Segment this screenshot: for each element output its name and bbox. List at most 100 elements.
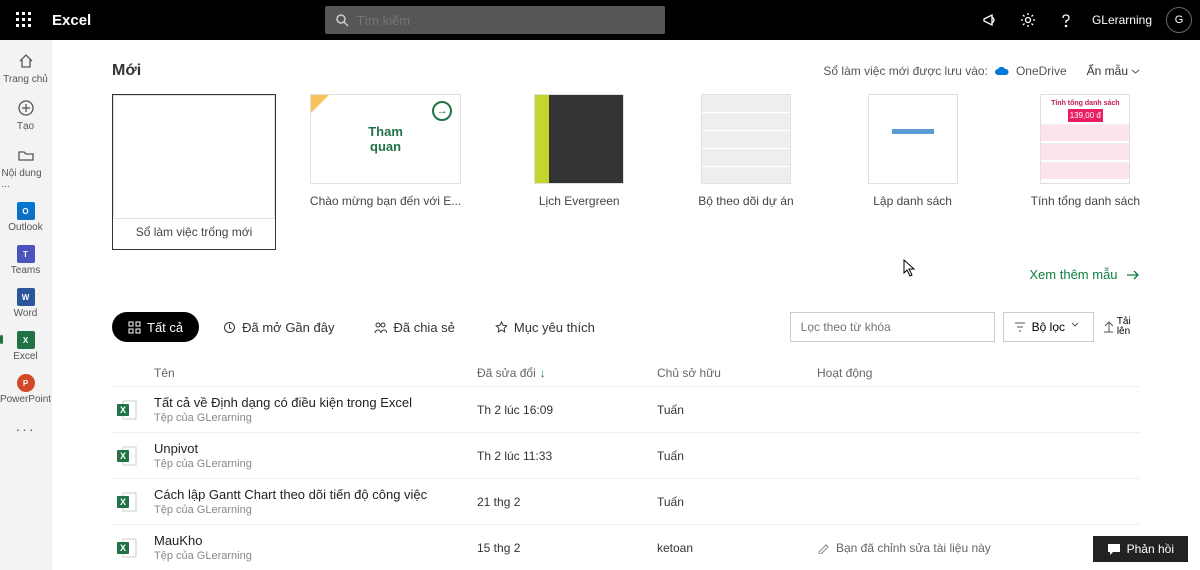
megaphone-icon[interactable] (978, 8, 1002, 32)
rail-teams[interactable]: T Teams (2, 245, 50, 276)
rail-more[interactable]: ··· (15, 421, 37, 437)
svg-text:X: X (120, 543, 126, 553)
arrow-right-icon (1126, 270, 1140, 280)
filter-dropdown-button[interactable]: Bộ lọc (1003, 312, 1094, 342)
file-name: Unpivot (154, 441, 477, 456)
svg-text:X: X (120, 451, 126, 461)
file-excel-icon: X (116, 399, 138, 421)
excel-icon: X (17, 331, 35, 349)
filter-icon (1014, 321, 1026, 333)
file-rows: X Tất cả về Định dạng có điều kiện trong … (112, 386, 1140, 570)
onedrive-label[interactable]: OneDrive (1016, 64, 1067, 78)
cell-owner: Tuấn (657, 449, 817, 463)
pill-shared[interactable]: Đã chia sẻ (358, 312, 470, 342)
file-location: Tệp của GLerarning (154, 550, 477, 562)
star-icon (495, 321, 508, 334)
file-location: Tệp của GLerarning (154, 458, 477, 470)
svg-text:X: X (120, 405, 126, 415)
template-blank[interactable]: Sổ làm việc trống mới (112, 94, 276, 250)
sort-down-icon: ↓ (540, 366, 546, 380)
settings-icon[interactable] (1016, 8, 1040, 32)
powerpoint-icon: P (17, 374, 35, 392)
cell-modified: Th 2 lúc 16:09 (477, 403, 657, 417)
template-sum-list[interactable]: Tính tổng danh sách 139,00 đ Tính tổng d… (1031, 94, 1140, 250)
upload-button[interactable]: Tải lên (1102, 312, 1140, 342)
rail-ppt-label: PowerPoint (0, 394, 51, 405)
pill-favorites[interactable]: Mục yêu thích (479, 312, 611, 342)
search-input[interactable] (357, 13, 655, 28)
cell-owner: Tuấn (657, 403, 817, 417)
cell-modified: 21 thg 2 (477, 495, 657, 509)
file-excel-icon: X (116, 445, 138, 467)
filters-row: Tất cả Đã mở Gần đây Đã chia sẻ Mục yêu … (112, 312, 1140, 342)
clock-icon (223, 321, 236, 334)
people-icon (374, 321, 387, 334)
rail-home[interactable]: Trang chủ (2, 50, 50, 85)
hide-templates-button[interactable]: Ẩn mẫu (1087, 64, 1140, 78)
template-make-list[interactable]: Lập danh sách (864, 94, 961, 250)
edit-icon (817, 541, 830, 554)
chevron-down-icon (1131, 67, 1140, 76)
table-row[interactable]: X Unpivot Tệp của GLerarningTh 2 lúc 11:33… (112, 432, 1140, 478)
file-location: Tệp của GLerarning (154, 504, 477, 516)
rail-powerpoint[interactable]: P PowerPoint (2, 374, 50, 405)
pill-recent[interactable]: Đã mở Gần đây (207, 312, 350, 342)
rail-content[interactable]: Nội dung ... (2, 144, 50, 190)
rail-word[interactable]: W Word (2, 288, 50, 319)
rail-excel[interactable]: X Excel (2, 331, 50, 362)
table-row[interactable]: XMauKhoTệp của GLerarning15 thg 2ketoanB… (112, 524, 1140, 570)
template-tour[interactable]: Tham quan Chào mừng bạn đến với E... (310, 94, 461, 250)
waffle-icon (16, 12, 32, 28)
cell-activity: Bạn đã chỉnh sửa tài liệu này (817, 541, 1140, 555)
col-name[interactable]: Tên (154, 366, 477, 380)
plus-circle-icon (17, 99, 35, 117)
rail-create-label: Tạo (17, 121, 34, 132)
teams-icon: T (17, 245, 35, 263)
filter-keyword-input[interactable] (790, 312, 995, 342)
col-activity[interactable]: Hoạt động (817, 366, 1140, 380)
rail-teams-label: Teams (11, 265, 40, 276)
app-launcher[interactable] (8, 4, 40, 36)
outlook-icon: O (17, 202, 35, 220)
top-header: Excel GLerarning G (0, 0, 1200, 40)
main-panel: Mới Sổ làm việc mới được lưu vào: OneDri… (52, 40, 1200, 570)
folder-icon (17, 146, 35, 164)
template-evergreen[interactable]: Lịch Evergreen (531, 94, 628, 250)
col-modified[interactable]: Đã sửa đổi↓ (477, 366, 657, 380)
save-location-info: Sổ làm việc mới được lưu vào: OneDrive (823, 64, 1066, 78)
rail-home-label: Trang chủ (3, 74, 48, 85)
col-owner[interactable]: Chủ sở hữu (657, 366, 817, 380)
grid-icon (128, 321, 141, 334)
cell-owner: ketoan (657, 541, 817, 555)
table-row[interactable]: XCách lập Gantt Chart theo dõi tiến độ c… (112, 478, 1140, 524)
table-row[interactable]: X Tất cả về Định dạng có điều kiện trong … (112, 386, 1140, 432)
pill-all[interactable]: Tất cả (112, 312, 199, 342)
rail-outlook-label: Outlook (8, 222, 42, 233)
upload-icon (1102, 320, 1113, 334)
file-excel-icon: X (116, 537, 138, 559)
help-icon[interactable] (1054, 8, 1078, 32)
more-templates-link[interactable]: Xem thêm mẫu (1029, 267, 1117, 282)
rail-outlook[interactable]: O Outlook (2, 202, 50, 233)
home-icon (17, 52, 35, 70)
file-location: Tệp của GLerarning (154, 412, 477, 424)
table-header: Tên Đã sửa đổi↓ Chủ sở hữu Hoạt động (112, 360, 1140, 386)
chevron-down-icon (1071, 321, 1083, 333)
rail-word-label: Word (14, 308, 38, 319)
speech-bubble-icon (1107, 543, 1121, 555)
cell-owner: Tuấn (657, 495, 817, 509)
template-project-tracker[interactable]: Bộ theo dõi dự án (697, 94, 794, 250)
rail-excel-label: Excel (13, 351, 37, 362)
cell-modified: Th 2 lúc 11:33 (477, 449, 657, 463)
feedback-button[interactable]: Phản hồi (1093, 536, 1188, 562)
rail-create[interactable]: Tạo (2, 97, 50, 132)
user-name[interactable]: GLerarning (1092, 13, 1152, 27)
user-avatar[interactable]: G (1166, 7, 1192, 33)
cell-modified: 15 thg 2 (477, 541, 657, 555)
app-name: Excel (52, 12, 91, 29)
templates-row: Sổ làm việc trống mới Tham quan Chào mừn… (112, 94, 1140, 250)
rail-content-label: Nội dung ... (2, 168, 50, 190)
left-rail: Trang chủ Tạo Nội dung ... O Outlook T T… (0, 40, 52, 570)
file-name: Tất cả về Định dạng có điều kiện trong E… (154, 395, 477, 410)
search-box[interactable] (325, 6, 665, 34)
